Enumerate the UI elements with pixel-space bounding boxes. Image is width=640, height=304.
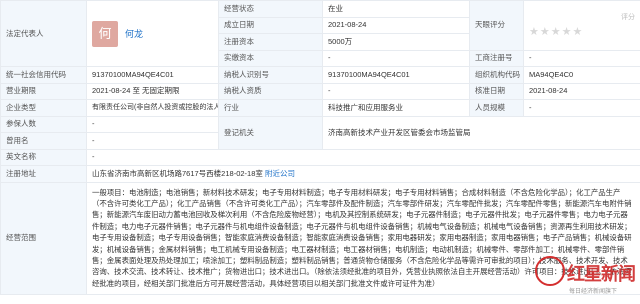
industry-label: 行业 (218, 99, 323, 117)
term-value: 2021-08-24 至 无固定期限 (86, 82, 219, 100)
credit-code-value: 91370100MA94QE4C01 (86, 66, 219, 84)
op-status-label: 经营状态 (218, 0, 323, 18)
reg-auth-value: 济南高新技术产业开发区管委会市场监管局 (322, 115, 640, 150)
reg-auth-label: 登记机关 (218, 115, 323, 150)
legal-rep-label: 法定代表人 (0, 0, 87, 67)
company-info-table: 法定代表人 何何龙 经营状态 在业 天眼评分 评分 ★★★★★ 成立日期 2021… (0, 0, 640, 295)
scope-value: 一般项目：电池制造；电池销售；新材料技术研发；电子专用材料制造；电子专用材料研发… (86, 181, 640, 295)
approval-value: 2021-08-24 (523, 82, 640, 100)
legal-rep-name-link[interactable]: 何龙 (125, 29, 143, 39)
staff-value: - (523, 99, 640, 117)
op-status-value: 在业 (322, 0, 470, 18)
credit-code-label: 统一社会信用代码 (0, 66, 87, 84)
insured-label: 参保人数 (0, 115, 87, 133)
avatar: 何 (92, 20, 118, 47)
scope-label: 经营范围 (0, 181, 87, 295)
tianyan-label: 天眼评分 (469, 0, 524, 51)
taxpayer-value: - (322, 82, 470, 100)
biz-reg-no-value: - (523, 49, 640, 67)
tax-id-label: 纳税人识别号 (218, 66, 323, 84)
address-value: 山东省济南市高新区机场路7617号西楼218-02-18室 (92, 168, 263, 178)
legal-rep-cell: 何何龙 (86, 0, 219, 67)
score-text: 评分 (621, 14, 635, 22)
ent-type-label: 企业类型 (0, 99, 87, 117)
org-code-label: 组织机构代码 (469, 66, 524, 84)
established-label: 成立日期 (218, 16, 323, 34)
org-code-value: MA94QE4C0 (523, 66, 640, 84)
used-name-label: 曾用名 (0, 132, 87, 150)
reg-capital-value: 5000万 (322, 33, 470, 51)
ent-type-value: 有限责任公司(非自然人投资或控股的法人独资) (86, 99, 219, 117)
biz-reg-no-label: 工商注册号 (469, 49, 524, 67)
tianyan-score: 评分 ★★★★★ (523, 0, 640, 51)
tax-id-value: 91370100MA94QE4C01 (322, 66, 470, 84)
term-label: 营业期限 (0, 82, 87, 100)
industry-value: 科技推广和应用服务业 (322, 99, 470, 117)
en-name-value: - (86, 148, 640, 166)
rating-stars-icon: ★★★★★ (529, 26, 584, 39)
paid-capital-value: - (322, 49, 470, 67)
insured-value: - (86, 115, 219, 133)
approval-label: 核准日期 (469, 82, 524, 100)
taxpayer-label: 纳税人资质 (218, 82, 323, 100)
nearby-company-link[interactable]: 附近公司 (265, 169, 295, 178)
staff-label: 人员规模 (469, 99, 524, 117)
en-name-label: 英文名称 (0, 148, 87, 166)
reg-capital-label: 注册资本 (218, 33, 323, 51)
address-cell: 山东省济南市高新区机场路7617号西楼218-02-18室 附近公司 (86, 165, 640, 183)
paid-capital-label: 实缴资本 (218, 49, 323, 67)
address-label: 注册地址 (0, 165, 87, 183)
used-name-value: - (86, 132, 219, 150)
established-value: 2021-08-24 (322, 16, 470, 34)
